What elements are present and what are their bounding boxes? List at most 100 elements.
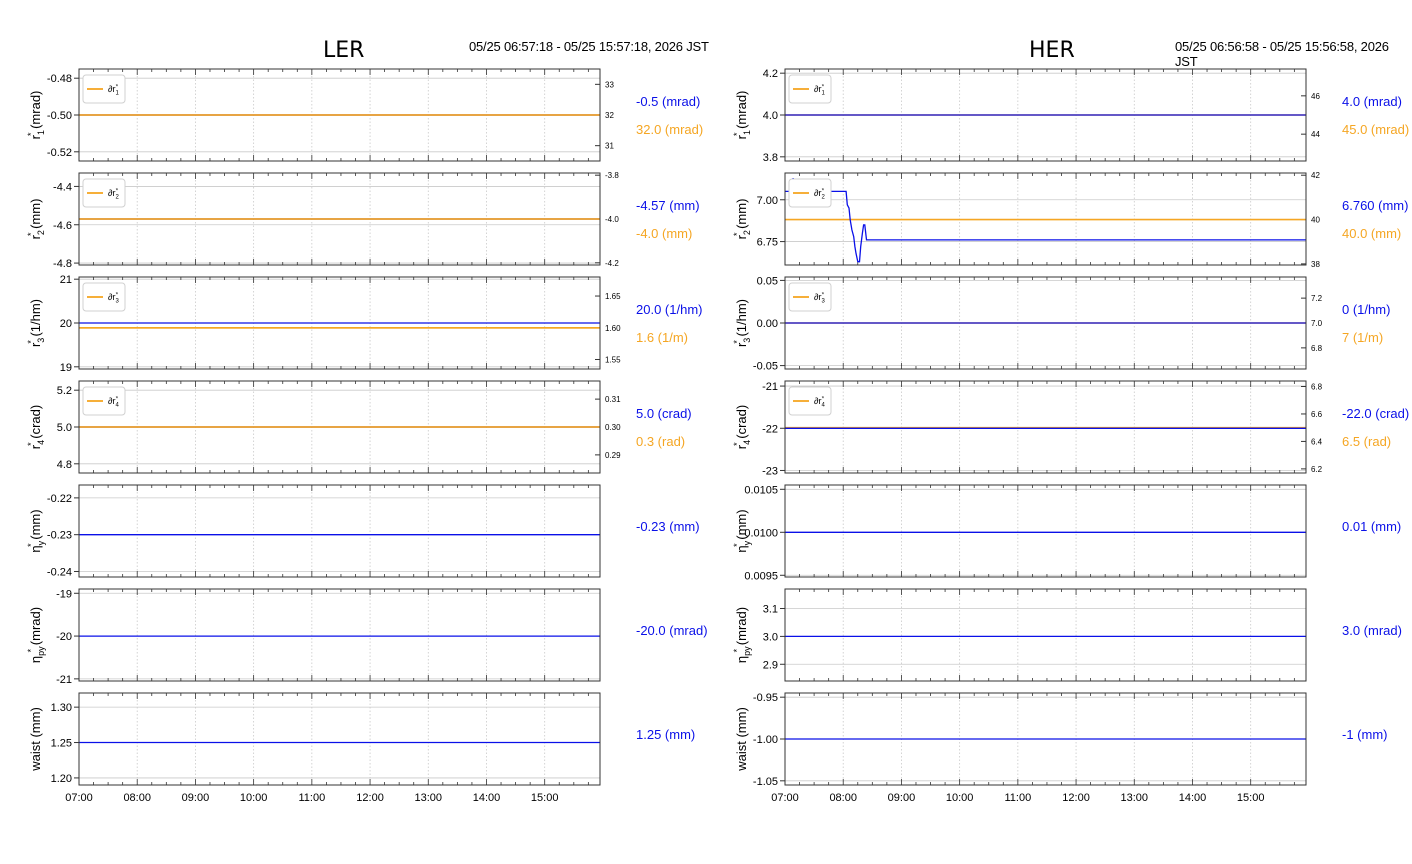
her-xtick-label: 14:00: [1179, 792, 1207, 804]
ler-r7-readout-primary: 1.25 (mm): [636, 727, 695, 742]
ler-r5-ytick-label: -0.22: [47, 493, 72, 505]
her-r2-y2tick-label: 40: [1311, 216, 1320, 225]
ler-r5-readout-primary: -0.23 (mm): [636, 519, 700, 534]
her-r5-readout-primary: 0.01 (mm): [1342, 519, 1401, 534]
ler-r6-ylabel: ηpy* (mrad): [26, 607, 46, 663]
ler-xtick-label: 09:00: [182, 792, 210, 804]
her-r4-y2tick-label: 6.2: [1311, 465, 1323, 474]
ler-r3-readout-secondary: 1.6 (1/m): [636, 330, 688, 345]
her-xtick-label: 09:00: [888, 792, 916, 804]
ler-r3-y2tick-label: 1.65: [605, 292, 621, 301]
her-r7-ylabel: waist (mm): [734, 707, 749, 772]
ler-r3-readout-primary: 20.0 (1/hm): [636, 302, 702, 317]
her-r1-y2tick-label: 46: [1311, 92, 1320, 101]
ler-r1-readout-secondary: 32.0 (mrad): [636, 122, 703, 137]
ler-r4-y2tick-label: 0.31: [605, 395, 621, 404]
her-xtick-label: 13:00: [1121, 792, 1149, 804]
ler-r3-y2tick-label: 1.60: [605, 324, 621, 333]
her-r5-ytick-label: 0.0095: [744, 570, 778, 582]
her-r2-y2tick-label: 42: [1311, 171, 1320, 180]
her-r1-ytick-label: 4.0: [763, 110, 778, 122]
ler-r1-ytick-label: -0.50: [47, 110, 72, 122]
ler-r1-ylabel: r1* (mrad): [26, 91, 46, 140]
her-r3-y2tick-label: 7.0: [1311, 319, 1323, 328]
ler-r2-ylabel: r2* (mm): [26, 199, 46, 240]
her-r4-readout-secondary: 6.5 (rad): [1342, 434, 1391, 449]
her-r7-ytick-label: -1.05: [753, 776, 778, 788]
her-r6-readout-primary: 3.0 (mrad): [1342, 623, 1402, 638]
ler-r2-ytick-label: -4.4: [53, 181, 72, 193]
ler-r7-ytick-label: 1.30: [51, 702, 72, 714]
ler-r7-ytick-label: 1.20: [51, 773, 72, 785]
her-r2-ytick-label: 6.75: [757, 237, 778, 249]
her-r3-readout-primary: 0 (1/hm): [1342, 302, 1390, 317]
ler-r4-y2tick-label: 0.30: [605, 423, 621, 432]
ler-xtick-label: 10:00: [240, 792, 268, 804]
her-r4-y2tick-label: 6.6: [1311, 410, 1323, 419]
ler-r4-y2tick-label: 0.29: [605, 451, 621, 460]
her-r2-readout-secondary: 40.0 (mm): [1342, 226, 1401, 241]
her-r3-y2tick-label: 7.2: [1311, 294, 1323, 303]
her-r7-readout-primary: -1 (mm): [1342, 727, 1388, 742]
ler-r4-ytick-label: 5.2: [57, 385, 72, 397]
ler-r1-ytick-label: -0.48: [47, 73, 72, 85]
her-r2-ytick-label: 7.00: [757, 195, 778, 207]
her-r7-ytick-label: -1.00: [753, 734, 778, 746]
her-xtick-label: 07:00: [771, 792, 799, 804]
her-r6-ytick-label: 3.0: [763, 631, 778, 643]
her-r5-ytick-label: 0.0100: [744, 527, 778, 539]
ler-r1-y2tick-label: 32: [605, 111, 614, 120]
ler-r7-ylabel: waist (mm): [28, 707, 43, 772]
her-r6-ylabel: ηpy* (mrad): [732, 607, 752, 663]
her-r2-ylabel: r2* (mm): [732, 199, 752, 240]
her-r4-ytick-label: -23: [762, 465, 778, 477]
ler-r2-ytick-label: -4.8: [53, 258, 72, 270]
ler-r4-readout-primary: 5.0 (crad): [636, 406, 692, 421]
her-r1-readout-secondary: 45.0 (mrad): [1342, 122, 1409, 137]
her-r6-ytick-label: 3.1: [763, 604, 778, 616]
ler-r4-ytick-label: 4.8: [57, 459, 72, 471]
ler-r3-ytick-label: 21: [60, 274, 72, 286]
ler-r7-ytick-label: 1.25: [51, 738, 72, 750]
ler-xtick-label: 12:00: [356, 792, 384, 804]
her-r3-ytick-label: -0.05: [753, 361, 778, 373]
ler-r3-ytick-label: 20: [60, 318, 72, 330]
her-r1-ylabel: r1* (mrad): [732, 91, 752, 140]
ler-r6-frame: [78, 588, 601, 682]
ler-xtick-label: 08:00: [123, 792, 151, 804]
ler-r5-ytick-label: -0.24: [47, 566, 72, 578]
her-r4-readout-primary: -22.0 (crad): [1342, 406, 1409, 421]
ler-r5-frame: [78, 484, 601, 578]
ler-r2-y2tick-label: -4.0: [605, 215, 619, 224]
her-xtick-label: 10:00: [946, 792, 974, 804]
her-xtick-label: 15:00: [1237, 792, 1265, 804]
ler-r3-y2tick-label: 1.55: [605, 355, 621, 364]
ler-r6-ytick-label: -21: [56, 674, 72, 686]
ler-xtick-label: 14:00: [473, 792, 501, 804]
her-r6-ytick-label: 2.9: [763, 659, 778, 671]
ler-r4-ytick-label: 5.0: [57, 422, 72, 434]
ler-r3-ylabel: r3* (1/hm): [26, 299, 46, 347]
ler-r6-ytick-label: -20: [56, 631, 72, 643]
figure: LER 05/25 06:57:18 - 05/25 15:57:18, 202…: [0, 0, 1412, 864]
ler-r5-ylabel: ηy* (mm): [26, 509, 46, 552]
ler-xtick-label: 13:00: [415, 792, 443, 804]
ler-r2-y2tick-label: -3.8: [605, 171, 619, 180]
her-r3-ytick-label: 0.05: [757, 275, 778, 287]
ler-r6-readout-primary: -20.0 (mrad): [636, 623, 708, 638]
her-r3-y2tick-label: 6.8: [1311, 344, 1323, 353]
her-r3-ytick-label: 0.00: [757, 318, 778, 330]
her-r2-readout-primary: 6.760 (mm): [1342, 198, 1408, 213]
ler-r1-y2tick-label: 33: [605, 80, 614, 89]
her-r5-frame: [784, 484, 1307, 578]
her-r4-y2tick-label: 6.8: [1311, 382, 1323, 391]
ler-xtick-label: 15:00: [531, 792, 559, 804]
her-r4-ylabel: r4* (crad): [732, 405, 752, 449]
her-xtick-label: 11:00: [1004, 792, 1031, 804]
her-r5-ytick-label: 0.0105: [744, 484, 778, 496]
ler-r4-readout-secondary: 0.3 (rad): [636, 434, 685, 449]
ler-r5-ytick-label: -0.23: [47, 530, 72, 542]
ler-xtick-label: 07:00: [65, 792, 93, 804]
her-r2-y2tick-label: 38: [1311, 260, 1320, 269]
her-xtick-label: 08:00: [829, 792, 857, 804]
